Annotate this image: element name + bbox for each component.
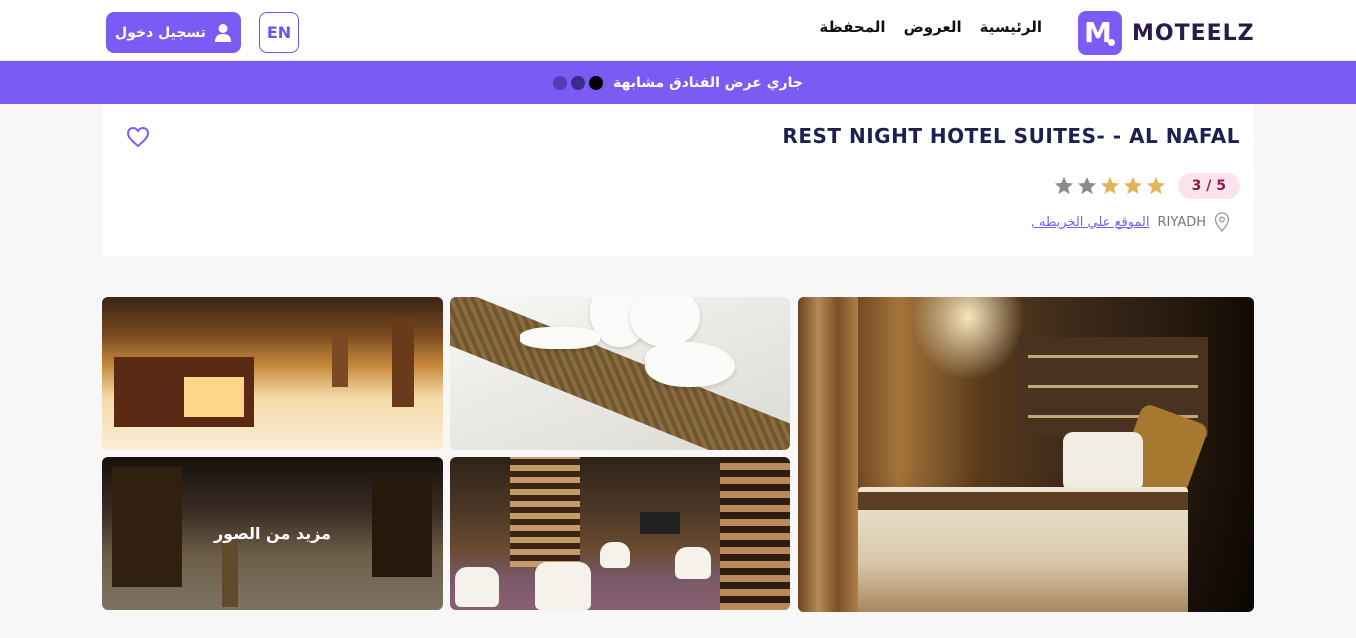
- hotel-name: REST NIGHT HOTEL SUITES- - AL NAFAL: [782, 124, 1240, 148]
- user-icon: [214, 23, 231, 42]
- location-row: RIYADH الموقع علي الخريطه ,: [1031, 212, 1230, 232]
- rating-badge: 3 / 5: [1177, 173, 1240, 199]
- star-empty-icon: [1054, 177, 1073, 194]
- brand-logo[interactable]: M MOTEELZ: [1078, 11, 1255, 55]
- language-toggle-button[interactable]: EN: [259, 12, 299, 53]
- photo-lounge[interactable]: [450, 457, 790, 610]
- main-nav: الرئيسية العروض المحفظة: [819, 18, 1042, 36]
- star-filled-icon: [1146, 177, 1165, 194]
- logo-text: MOTEELZ: [1132, 20, 1255, 46]
- nav-item-home[interactable]: الرئيسية: [980, 18, 1042, 36]
- rating-row: 3 / 5: [1054, 173, 1240, 199]
- login-button-label: تسجيل دخول: [115, 24, 206, 41]
- star-filled-icon: [1100, 177, 1119, 194]
- favorite-heart-icon[interactable]: [126, 126, 150, 148]
- more-photos-label: مزيد من الصور: [213, 524, 332, 543]
- location-pin-icon: [1214, 212, 1230, 232]
- loading-dots-icon: [553, 75, 604, 90]
- more-photos-overlay[interactable]: مزيد من الصور: [102, 457, 443, 610]
- photo-towel-swans[interactable]: [450, 297, 790, 450]
- star-filled-icon: [1123, 177, 1142, 194]
- similar-hotels-banner: جاري عرض الفنادق مشابهة: [0, 61, 1356, 104]
- photo-lobby-hall[interactable]: مزيد من الصور: [102, 457, 443, 610]
- nav-item-wallet[interactable]: المحفظة: [819, 18, 885, 36]
- hotel-info-card: REST NIGHT HOTEL SUITES- - AL NAFAL 3 / …: [102, 104, 1254, 256]
- logo-mark-icon: M: [1078, 11, 1122, 55]
- photo-bedroom[interactable]: [798, 297, 1254, 612]
- city-label: RIYADH: [1157, 214, 1206, 230]
- login-button[interactable]: تسجيل دخول: [106, 12, 241, 53]
- nav-item-offers[interactable]: العروض: [904, 18, 962, 36]
- star-empty-icon: [1077, 177, 1096, 194]
- photo-lobby-reception[interactable]: [102, 297, 443, 450]
- star-rating: [1054, 176, 1166, 196]
- top-header: M MOTEELZ الرئيسية العروض المحفظة EN تسج…: [0, 0, 1356, 61]
- view-on-map-link[interactable]: الموقع علي الخريطه ,: [1031, 215, 1150, 230]
- banner-text: جاري عرض الفنادق مشابهة: [613, 74, 803, 91]
